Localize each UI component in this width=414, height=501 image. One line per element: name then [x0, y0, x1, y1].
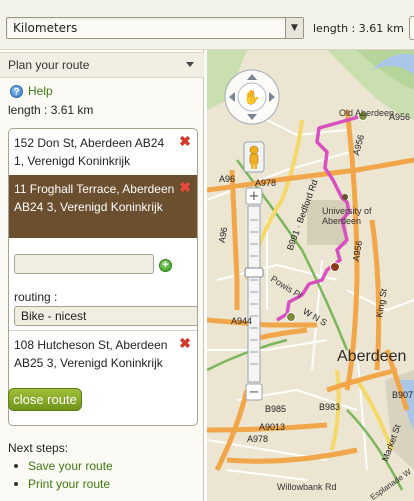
remove-stop-icon[interactable]: ✖	[179, 134, 191, 148]
help-icon: ?	[10, 84, 23, 98]
road-label: A978	[255, 178, 277, 188]
route-stop-address: 11 Froghall Terrace, Aberdeen AB24 3, Ve…	[14, 182, 175, 214]
help-link[interactable]: ? Help	[10, 84, 53, 98]
pan-control: ✋	[224, 69, 280, 125]
unit-select-value: Kilometers	[13, 21, 78, 35]
route-stop-address: 108 Hutcheson St, Aberdeen AB25 3, Veren…	[14, 338, 168, 370]
length-readout: length : 3.61 km	[313, 22, 404, 35]
road-label: A96	[219, 174, 236, 184]
zoom-control: + −	[244, 187, 264, 401]
collapse-caret-icon[interactable]	[186, 62, 194, 67]
route-stop[interactable]: 108 Hutcheson St, Aberdeen AB25 3, Veren…	[9, 330, 197, 372]
pegman-icon	[243, 141, 265, 173]
road-label: A956	[389, 112, 411, 122]
route-sidebar: Plan your route ? Help length : 3.61 km …	[0, 50, 204, 501]
route-stop-address: 152 Don St, Aberdeen AB24 1, Verenigd Ko…	[14, 136, 165, 168]
plan-route-header[interactable]: Plan your route	[0, 52, 204, 78]
toolbar-button-partial[interactable]	[409, 16, 414, 40]
route-length: length : 3.61 km	[8, 103, 94, 117]
unit-select[interactable]: Kilometers ▼	[6, 17, 304, 39]
hand-icon: ✋	[243, 89, 260, 106]
top-bar: Kilometers ▼ length : 3.61 km	[0, 0, 414, 50]
route-stop[interactable]: 152 Don St, Aberdeen AB24 1, Verenigd Ko…	[9, 129, 197, 175]
routing-select[interactable]: Bike - nicest	[14, 306, 197, 326]
road-label: B9077	[392, 390, 414, 400]
close-route-button[interactable]: close route	[8, 388, 82, 411]
next-steps-list: Save your route Print your route	[14, 458, 113, 494]
route-stops-panel: 152 Don St, Aberdeen AB24 1, Verenigd Ko…	[8, 128, 198, 426]
routing-label: routing :	[14, 290, 58, 304]
add-stop-icon[interactable]: +	[159, 259, 172, 272]
map-view[interactable]: ✋ + − Old Aberdeen University of Aberdee…	[207, 50, 414, 501]
zoom-handle	[244, 267, 264, 278]
road-label: A978	[247, 434, 269, 444]
map-label-aberdeen: Aberdeen	[337, 348, 407, 365]
map-label-old-aberdeen: Old Aberdeen	[339, 108, 395, 118]
chevron-down-icon[interactable]: ▼	[285, 18, 303, 38]
map-label-university: University of Aberdeen	[322, 206, 372, 226]
plan-route-title: Plan your route	[8, 58, 90, 72]
next-steps-title: Next steps:	[8, 441, 69, 455]
remove-stop-icon[interactable]: ✖	[179, 336, 191, 350]
road-label: B983	[319, 402, 341, 412]
zoom-out-icon: −	[249, 385, 260, 400]
print-route-link[interactable]: Print your route	[14, 476, 113, 494]
remove-stop-icon[interactable]: ✖	[179, 180, 191, 194]
save-route-link[interactable]: Save your route	[14, 458, 113, 476]
map-label-willowbank: Willowbank Rd	[277, 482, 337, 492]
new-stop-input[interactable]	[14, 254, 154, 274]
waypoint-marker	[286, 312, 296, 322]
waypoint-marker	[342, 194, 348, 200]
road-label: B985	[265, 404, 287, 414]
route-stop-selected[interactable]: 11 Froghall Terrace, Aberdeen AB24 3, Ve…	[9, 175, 197, 238]
road-label: A9013	[259, 422, 286, 432]
road-label: A944	[231, 316, 253, 326]
zoom-in-icon: +	[249, 189, 260, 204]
waypoint-marker	[330, 262, 340, 272]
help-label: Help	[28, 84, 53, 98]
